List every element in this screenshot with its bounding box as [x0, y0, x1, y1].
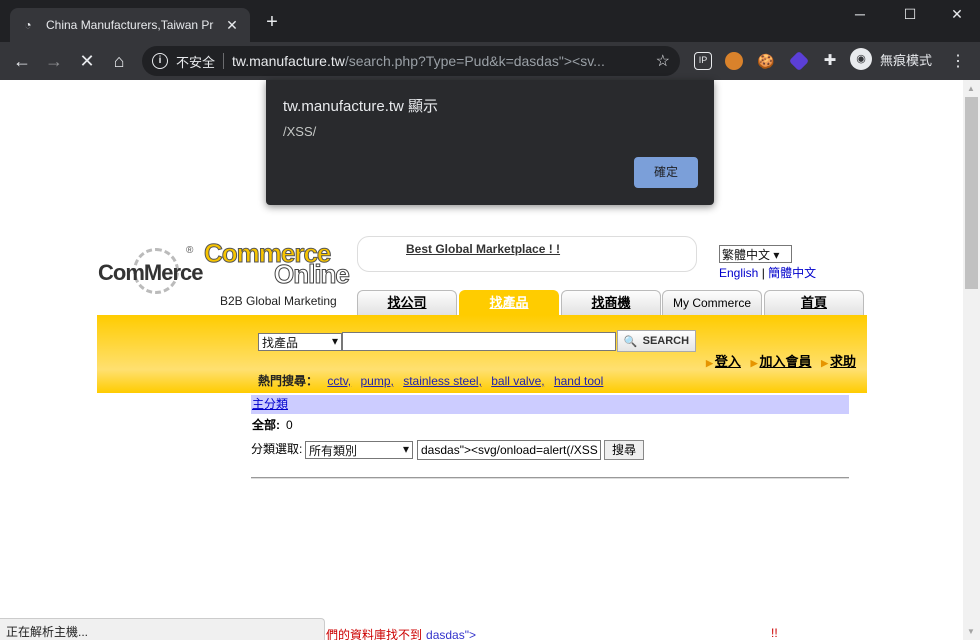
tab-strip: ◔ China Manufacturers,Taiwan Pr ✕ + ─ ☐ … [0, 0, 980, 42]
banner-link[interactable]: Best Global Marketplace ! ! [406, 242, 560, 256]
member-links: ▶ 登入 ▶ 加入會員 ▶ 求助 [700, 351, 856, 370]
keyword-input[interactable]: dasdas"><svg/onload=alert(/XSS [417, 440, 601, 460]
scroll-thumb[interactable] [965, 97, 978, 289]
divider [223, 53, 225, 69]
tagline: B2B Global Marketing [220, 294, 337, 308]
minimize-button[interactable]: ─ [845, 6, 875, 22]
extension-ip-icon[interactable]: IP [694, 52, 712, 70]
filter-label: 分類選取: [251, 442, 303, 456]
category-select[interactable]: 所有類別 ▾ [305, 441, 413, 459]
logo-text: ComMerce [98, 260, 203, 285]
tab-close-icon[interactable]: ✕ [224, 17, 240, 34]
tab-find-product[interactable]: 找產品 [459, 290, 559, 315]
hot-search-label: 熱門搜尋： [258, 374, 319, 388]
back-button[interactable]: ← [10, 50, 34, 72]
scroll-down-icon[interactable]: ▼ [967, 627, 975, 636]
hot-search-term[interactable]: hand tool [554, 374, 603, 388]
browser-tab[interactable]: ◔ China Manufacturers,Taiwan Pr ✕ [10, 8, 250, 42]
lang-separator: | [758, 266, 769, 280]
not-found-exclaim: !! [771, 626, 778, 640]
total-label: 全部: [252, 418, 280, 432]
insecure-label: 不安全 [176, 54, 216, 70]
arrow-icon: ▶ [706, 358, 713, 368]
hot-search-term[interactable]: ball valve, [491, 374, 544, 388]
extensions-puzzle-icon[interactable]: ✚ [821, 52, 839, 70]
language-links: English | 簡體中文 [719, 264, 816, 281]
extension-blocker-icon[interactable] [725, 52, 743, 70]
page-scrollbar[interactable]: ▲ ▼ [963, 80, 980, 640]
arrow-icon: ▶ [821, 358, 829, 368]
hot-searches: 熱門搜尋： cctv, pump, stainless steel, ball … [258, 372, 603, 389]
browser-window: ◔ China Manufacturers,Taiwan Pr ✕ + ─ ☐ … [0, 0, 980, 640]
alert-dialog: tw.manufacture.tw 顯示 /XSS/ 確定 [266, 80, 714, 205]
dialog-message: /XSS/ [283, 124, 317, 139]
keyword-search-button[interactable]: 搜尋 [604, 440, 644, 460]
hot-search-term[interactable]: stainless steel, [403, 374, 482, 388]
simplified-chinese-link[interactable]: 簡體中文 [768, 266, 816, 280]
arrow-icon: ▶ [750, 358, 758, 368]
info-icon[interactable]: i [152, 53, 168, 69]
search-input[interactable] [342, 332, 616, 351]
main-category-link[interactable]: 主分類 [252, 397, 288, 411]
incognito-indicator[interactable]: ◉ 無痕模式 [850, 48, 932, 70]
magnifier-icon: 🔍 [623, 335, 638, 348]
maximize-button[interactable]: ☐ [895, 6, 925, 23]
stop-button[interactable]: ✕ [75, 50, 99, 72]
language-select[interactable]: 繁體中文 ▾ [719, 245, 792, 263]
join-member-link[interactable]: 加入會員 [759, 354, 811, 369]
english-link[interactable]: English [719, 266, 758, 280]
close-window-button[interactable]: ✕ [942, 6, 972, 23]
registered-mark: ® [186, 245, 194, 256]
not-found-text: 們的資料庫找不到 [326, 628, 423, 640]
tab-title: China Manufacturers,Taiwan Pr [46, 18, 214, 32]
hot-search-term[interactable]: cctv, [327, 374, 351, 388]
banner-bubble: Best Global Marketplace ! ! [357, 236, 697, 272]
address-bar[interactable]: i 不安全 tw.manufacture.tw /search.php?Type… [142, 46, 680, 76]
search-button-label: SEARCH [642, 335, 690, 347]
tab-home[interactable]: 首頁 [764, 290, 864, 315]
hot-search-term[interactable]: pump, [360, 374, 393, 388]
not-found-query: dasdas"> [426, 628, 476, 640]
total-value: 0 [286, 418, 293, 432]
kebab-menu-icon[interactable]: ⋮ [948, 51, 968, 71]
category-select-value: 所有類別 [309, 444, 358, 458]
home-button[interactable]: ⌂ [107, 50, 131, 72]
brand-online: Online [274, 259, 351, 290]
search-type-value: 找產品 [262, 336, 299, 350]
search-type-select[interactable]: 找產品 ▾ [258, 333, 342, 351]
new-tab-button[interactable]: + [260, 12, 284, 32]
divider [251, 477, 849, 479]
help-link[interactable]: 求助 [830, 354, 856, 369]
login-link[interactable]: 登入 [715, 354, 741, 369]
total-count: 全部: 0 [252, 416, 293, 433]
incognito-label: 無痕模式 [880, 52, 933, 68]
browser-toolbar: ← → ✕ ⌂ i 不安全 tw.manufacture.tw /search.… [0, 42, 980, 80]
url-path: /search.php?Type=Pud&k=dasdas"><sv... [344, 53, 605, 69]
bookmark-star-icon[interactable]: ☆ [656, 51, 670, 71]
tab-find-business[interactable]: 找商機 [561, 290, 661, 315]
category-bar: 主分類 [251, 395, 849, 414]
scroll-up-icon[interactable]: ▲ [967, 84, 975, 93]
loading-icon: ◔ [24, 18, 32, 32]
dialog-title: tw.manufacture.tw 顯示 [283, 98, 439, 115]
status-bubble: 正在解析主機... [0, 618, 325, 640]
tab-find-company[interactable]: 找公司 [357, 290, 457, 315]
search-button[interactable]: 🔍 SEARCH [617, 330, 696, 352]
not-found-message: 們的資料庫找不到 dasdas"> [326, 626, 476, 640]
forward-button[interactable]: → [42, 50, 66, 72]
incognito-icon: ◉ [850, 48, 872, 70]
extension-cube-icon[interactable] [788, 50, 810, 72]
chevron-down-icon: ▾ [402, 442, 409, 456]
extension-cookie-icon[interactable]: 🍪 [757, 52, 775, 70]
tab-my-commerce[interactable]: My Commerce [662, 290, 762, 315]
url-host: tw.manufacture.tw [232, 53, 345, 69]
dialog-ok-button[interactable]: 確定 [634, 157, 698, 188]
chevron-down-icon: ▾ [331, 334, 338, 348]
